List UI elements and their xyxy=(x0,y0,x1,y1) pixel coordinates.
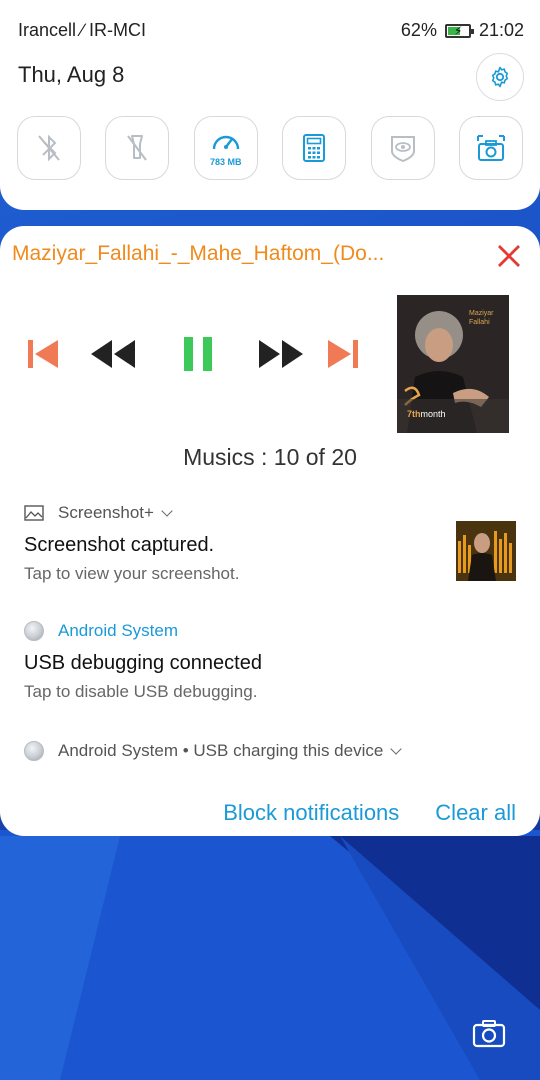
skip-previous-button[interactable] xyxy=(20,334,64,374)
block-notifications-button[interactable]: Block notifications xyxy=(223,800,399,826)
screenshot-icon xyxy=(476,135,505,161)
close-icon[interactable] xyxy=(496,243,522,269)
android-system-icon xyxy=(24,741,44,761)
track-count: Musics : 10 of 20 xyxy=(183,444,357,470)
album-art: Maziyar Fallahi 7thmonth xyxy=(397,295,509,433)
notification-app-row: Screenshot+ xyxy=(24,502,516,524)
notification-actions: Block notifications Clear all xyxy=(223,800,516,826)
notification-title: Screenshot captured. xyxy=(24,534,215,556)
memory-boost-label: 783 MB xyxy=(210,157,242,167)
eye-care-icon xyxy=(390,136,415,163)
chevron-down-icon[interactable] xyxy=(390,742,402,755)
tile-flashlight[interactable] xyxy=(105,116,170,180)
battery-percent: 62% xyxy=(400,20,437,40)
album-art-image: Maziyar Fallahi 7thmonth xyxy=(397,295,509,433)
notification-card: Maziyar_Fallahi_-_Mahe_Haftom_(Do... Maz… xyxy=(0,226,540,836)
notification-text: Tap to disable USB debugging. xyxy=(24,682,258,701)
skip-previous-icon xyxy=(28,340,58,368)
quick-tiles: 783 MB xyxy=(17,116,523,180)
notification-title: USB debugging connected xyxy=(24,652,262,674)
android-system-icon xyxy=(24,621,44,641)
notification-app-name: Android System xyxy=(58,621,178,640)
tile-screenshot[interactable] xyxy=(458,116,523,180)
clock: 21:02 xyxy=(478,20,524,40)
skip-next-icon xyxy=(328,340,358,368)
tile-eye-care[interactable] xyxy=(370,116,435,180)
pause-button[interactable] xyxy=(176,334,220,374)
rewind-button[interactable] xyxy=(86,334,140,374)
tile-calculator[interactable] xyxy=(282,116,347,180)
camera-icon[interactable] xyxy=(472,1018,506,1048)
bluetooth-off-icon xyxy=(38,134,60,162)
calculator-icon xyxy=(303,134,326,162)
album-art-caption: 7thmonth xyxy=(407,409,446,419)
tile-memory-boost[interactable]: 783 MB xyxy=(193,116,258,180)
date-label: Thu, Aug 8 xyxy=(18,62,125,87)
notification-app-row: Android System xyxy=(24,620,516,642)
clear-all-button[interactable]: Clear all xyxy=(435,800,516,826)
quick-settings-panel: Irancell ∕ IR-MCI 62% ⚡ 21:02 Thu, Aug 8 xyxy=(0,0,540,210)
carrier-label: Irancell ∕ IR-MCI xyxy=(18,20,147,40)
gear-icon xyxy=(491,66,509,88)
image-icon xyxy=(24,503,44,523)
memory-boost-icon xyxy=(212,135,239,150)
status-bar: Irancell ∕ IR-MCI 62% ⚡ 21:02 xyxy=(18,20,524,44)
notification-app-row: Android System • USB charging this devic… xyxy=(24,740,516,762)
battery-icon: ⚡ xyxy=(444,23,474,38)
notification-text: Tap to view your screenshot. xyxy=(24,564,240,583)
notification-usb-debugging[interactable]: Android System USB debugging connected T… xyxy=(24,620,516,702)
svg-text:Fallahi: Fallahi xyxy=(469,319,490,326)
now-playing-title[interactable]: Maziyar_Fallahi_-_Mahe_Haftom_(Do... xyxy=(12,242,432,266)
notification-app-name: Screenshot+ xyxy=(58,503,154,522)
chevron-down-icon[interactable] xyxy=(161,504,173,517)
skip-next-button[interactable] xyxy=(322,334,366,374)
flashlight-off-icon xyxy=(127,135,148,161)
album-art-artist: Maziyar xyxy=(469,310,494,317)
pause-icon xyxy=(184,337,212,371)
notification-app-name: Android System • USB charging this devic… xyxy=(58,741,384,760)
media-controls xyxy=(20,334,370,374)
notification-screenshot[interactable]: Screenshot+ Screenshot captured. Tap to … xyxy=(24,502,516,584)
settings-gear-button[interactable] xyxy=(476,53,524,101)
notification-usb-charging[interactable]: Android System • USB charging this devic… xyxy=(24,740,516,762)
rewind-icon xyxy=(91,340,135,368)
fast-forward-button[interactable] xyxy=(254,334,308,374)
fast-forward-icon xyxy=(259,340,303,368)
screenshot-thumbnail[interactable] xyxy=(456,521,516,581)
tile-bluetooth[interactable] xyxy=(17,116,81,180)
